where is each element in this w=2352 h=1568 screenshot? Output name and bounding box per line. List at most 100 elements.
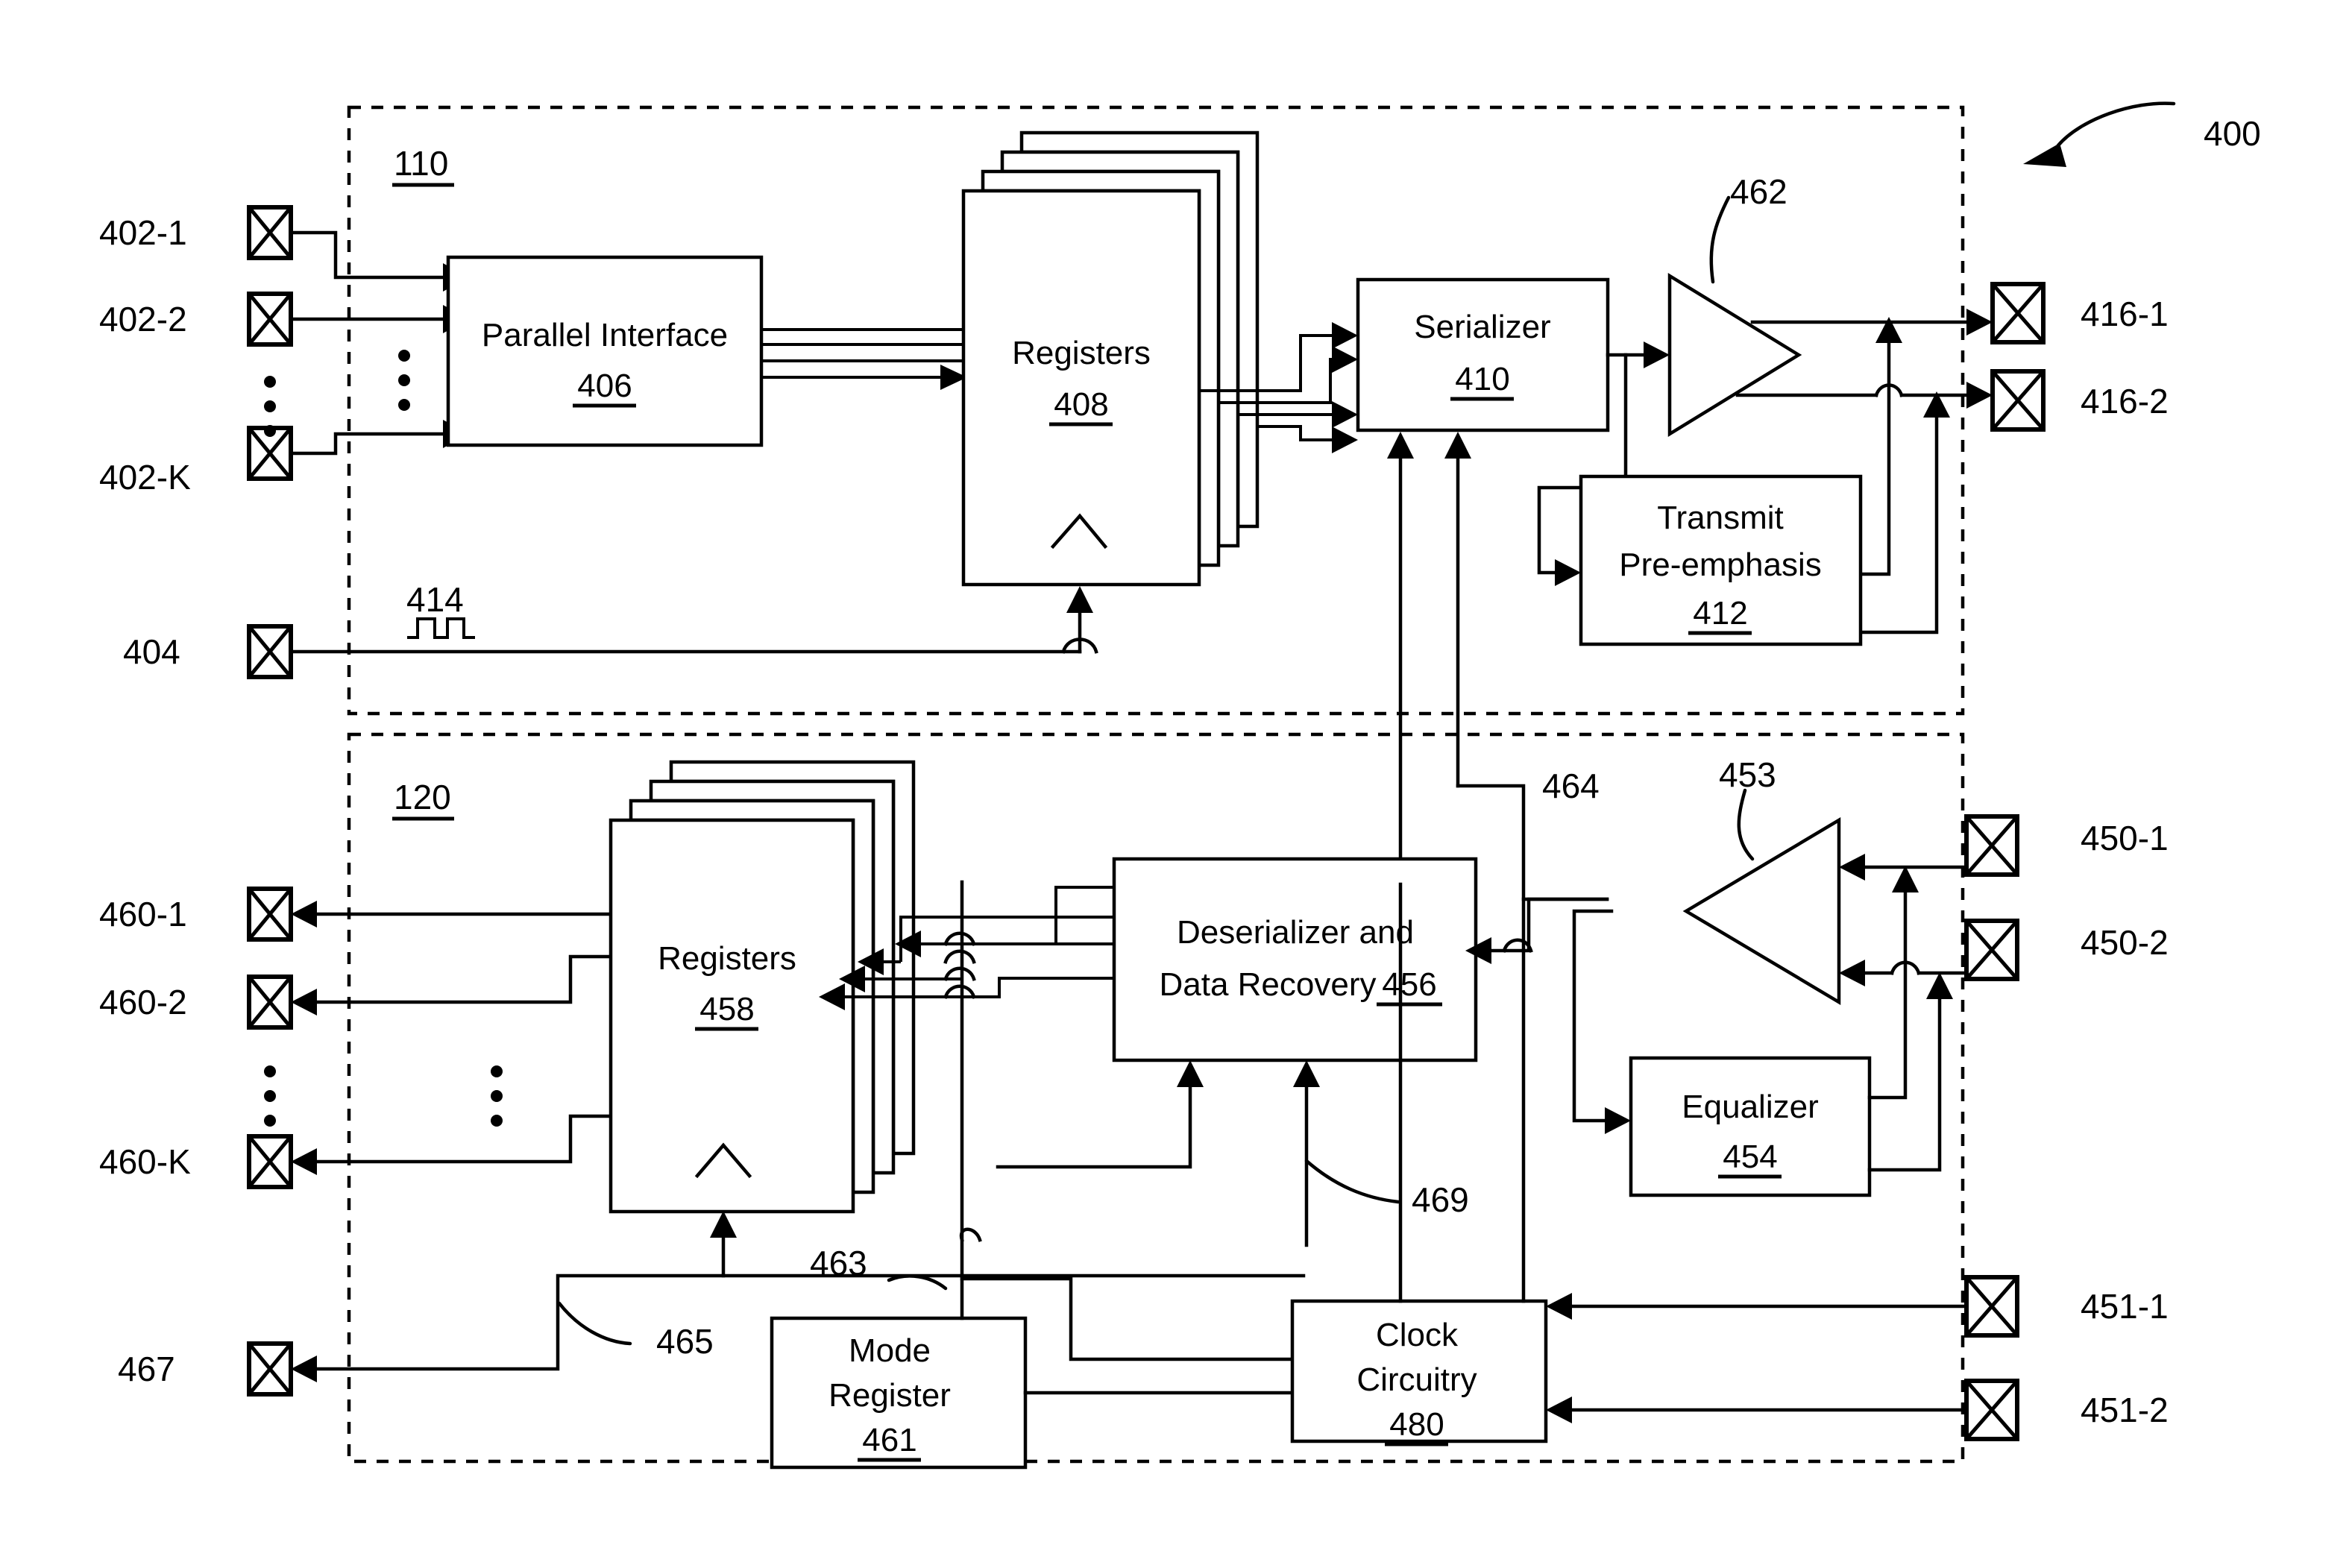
ellipsis-dot: [264, 376, 276, 388]
block-label-registers-tx: Registers: [1012, 335, 1151, 371]
ref-463-leader: [887, 1274, 948, 1291]
block-ref-registers-tx: 408: [1049, 386, 1113, 426]
block-label-mode-register-1: Mode: [849, 1332, 931, 1369]
block-ref-clock-circuitry: 480: [1385, 1406, 1448, 1446]
figure-number-label: 400: [2204, 114, 2261, 153]
block-deserializer[interactable]: [1112, 857, 1478, 1062]
ref-label-465: 465: [656, 1322, 714, 1361]
ref-453-leader: [1737, 788, 1755, 861]
wire-eq-out-top: [1867, 890, 1908, 1100]
wire-402-K-to-pi: [289, 432, 445, 456]
svg-text:408: 408: [1054, 386, 1108, 423]
pad-451-1[interactable]: [1964, 1275, 2019, 1338]
pad-label-460-2: 460-2: [99, 983, 187, 1021]
pad-label-402-2: 402-2: [99, 300, 187, 339]
pad-450-2[interactable]: [1964, 919, 2019, 981]
ellipsis-dot: [264, 1065, 276, 1077]
pad-450-1[interactable]: [1964, 814, 2019, 877]
pad-label-402-1: 402-1: [99, 213, 187, 252]
pad-404[interactable]: [247, 624, 293, 679]
bus-reg-to-ser: [1257, 425, 1332, 441]
ref-label-453: 453: [1719, 755, 1776, 794]
pad-460-1[interactable]: [247, 887, 293, 942]
arrow-preemph-in: [1555, 559, 1581, 586]
arrow-pad-416-1: [1966, 309, 1993, 336]
arrow-eq-in: [1605, 1107, 1631, 1134]
ellipsis-dot: [491, 1090, 503, 1102]
svg-text:406: 406: [577, 368, 632, 404]
block-label-clock-circuitry-1: Clock: [1376, 1317, 1459, 1353]
ref-label-464: 464: [1542, 766, 1600, 805]
arrow-ser-in-1: [1332, 322, 1358, 349]
block-label-registers-rx: Registers: [658, 940, 796, 977]
arrow-rxbuf-in-2: [1839, 960, 1865, 986]
svg-text:Data Recovery: Data Recovery: [1159, 966, 1376, 1003]
ellipsis-dot: [398, 399, 410, 411]
pad-label-460-K: 460-K: [99, 1142, 191, 1181]
arrow-eq-out-top: [1892, 866, 1919, 892]
pad-416-1[interactable]: [1990, 282, 2046, 344]
block-label-clock-circuitry-2: Circuitry: [1356, 1361, 1477, 1398]
arrow-serializer-clk-a: [1387, 432, 1414, 459]
block-label-preemph-1: Transmit: [1657, 500, 1784, 536]
ref-label-414: 414: [406, 580, 464, 619]
svg-text:120: 120: [394, 778, 451, 816]
ellipsis-dot: [398, 350, 410, 362]
block-label-mode-register-2: Register: [828, 1377, 951, 1414]
ellipsis-dot: [398, 374, 410, 386]
ellipsis-dot: [264, 1090, 276, 1102]
arrow-pad-467: [291, 1356, 317, 1382]
block-label-deserializer-2: Data Recovery 456: [1159, 966, 1442, 1007]
arrow-reg458-clk: [710, 1211, 737, 1238]
amplifier-462[interactable]: [1667, 272, 1802, 438]
ref-465-leader: [557, 1301, 632, 1346]
pad-label-460-1: 460-1: [99, 895, 187, 933]
arrow-pad-460-2: [291, 989, 317, 1016]
ellipsis-dot: [491, 1115, 503, 1127]
block-serializer[interactable]: [1356, 277, 1610, 432]
amplifier-453[interactable]: [1682, 817, 1841, 1005]
svg-text:456: 456: [1382, 966, 1436, 1003]
block-label-deserializer-1: Deserializer and: [1177, 914, 1414, 951]
svg-text:461: 461: [862, 1422, 916, 1458]
pad-label-416-2: 416-2: [2081, 382, 2169, 421]
wire-reg458-to-460-K: [315, 1114, 612, 1164]
ref-label-463: 463: [810, 1244, 867, 1282]
block-label-equalizer: Equalizer: [1682, 1089, 1818, 1125]
ellipsis-dot: [491, 1065, 503, 1077]
arrow-clock-in-451-1: [1546, 1293, 1572, 1320]
svg-text:480: 480: [1389, 1406, 1444, 1443]
arrow-clock-in-451-2: [1546, 1397, 1572, 1423]
wire-hop: [943, 949, 976, 964]
pad-label-451-2: 451-2: [2081, 1391, 2169, 1429]
pad-402-1[interactable]: [247, 205, 293, 260]
pad-label-402-K: 402-K: [99, 458, 191, 497]
pad-416-2[interactable]: [1990, 369, 2046, 432]
wire-hop: [943, 984, 976, 999]
pad-451-2[interactable]: [1964, 1379, 2019, 1441]
arrow-clock-registers-tx: [1066, 586, 1093, 613]
pad-460-2[interactable]: [247, 975, 293, 1030]
arrow-pad-460-1: [291, 901, 317, 928]
arrow-ser-in-3: [1332, 401, 1358, 428]
arrow-serializer-clk-b: [1444, 432, 1471, 459]
pad-label-451-1: 451-1: [2081, 1287, 2169, 1326]
svg-text:110: 110: [394, 144, 448, 183]
wire-reg458-to-460-2: [315, 954, 612, 1004]
block-diagram-svg: 110 120 400 402-1 402-2 402-K 404 414 41…: [99, 101, 2261, 1470]
wire-hop: [959, 1227, 982, 1242]
block-ref-preemph: 412: [1688, 595, 1752, 635]
arrow-driver-in: [1644, 341, 1670, 368]
ref-label-462: 462: [1730, 172, 1787, 211]
arrow-deser-clk-b: [1293, 1060, 1320, 1087]
pad-label-404: 404: [123, 632, 180, 671]
arrow-pad-460-K: [291, 1148, 317, 1175]
pad-467[interactable]: [247, 1341, 293, 1397]
pad-460-K[interactable]: [247, 1134, 293, 1189]
patent-figure-400: 110 120 400 402-1 402-2 402-K 404 414 41…: [0, 0, 2352, 1568]
arrow-rxbuf-in-1: [1839, 854, 1865, 881]
pad-402-2[interactable]: [247, 292, 293, 347]
arrow-deser-clk-a: [1177, 1060, 1204, 1087]
block-label-parallel-interface: Parallel Interface: [482, 317, 728, 353]
ref-462-leader: [1709, 195, 1731, 284]
